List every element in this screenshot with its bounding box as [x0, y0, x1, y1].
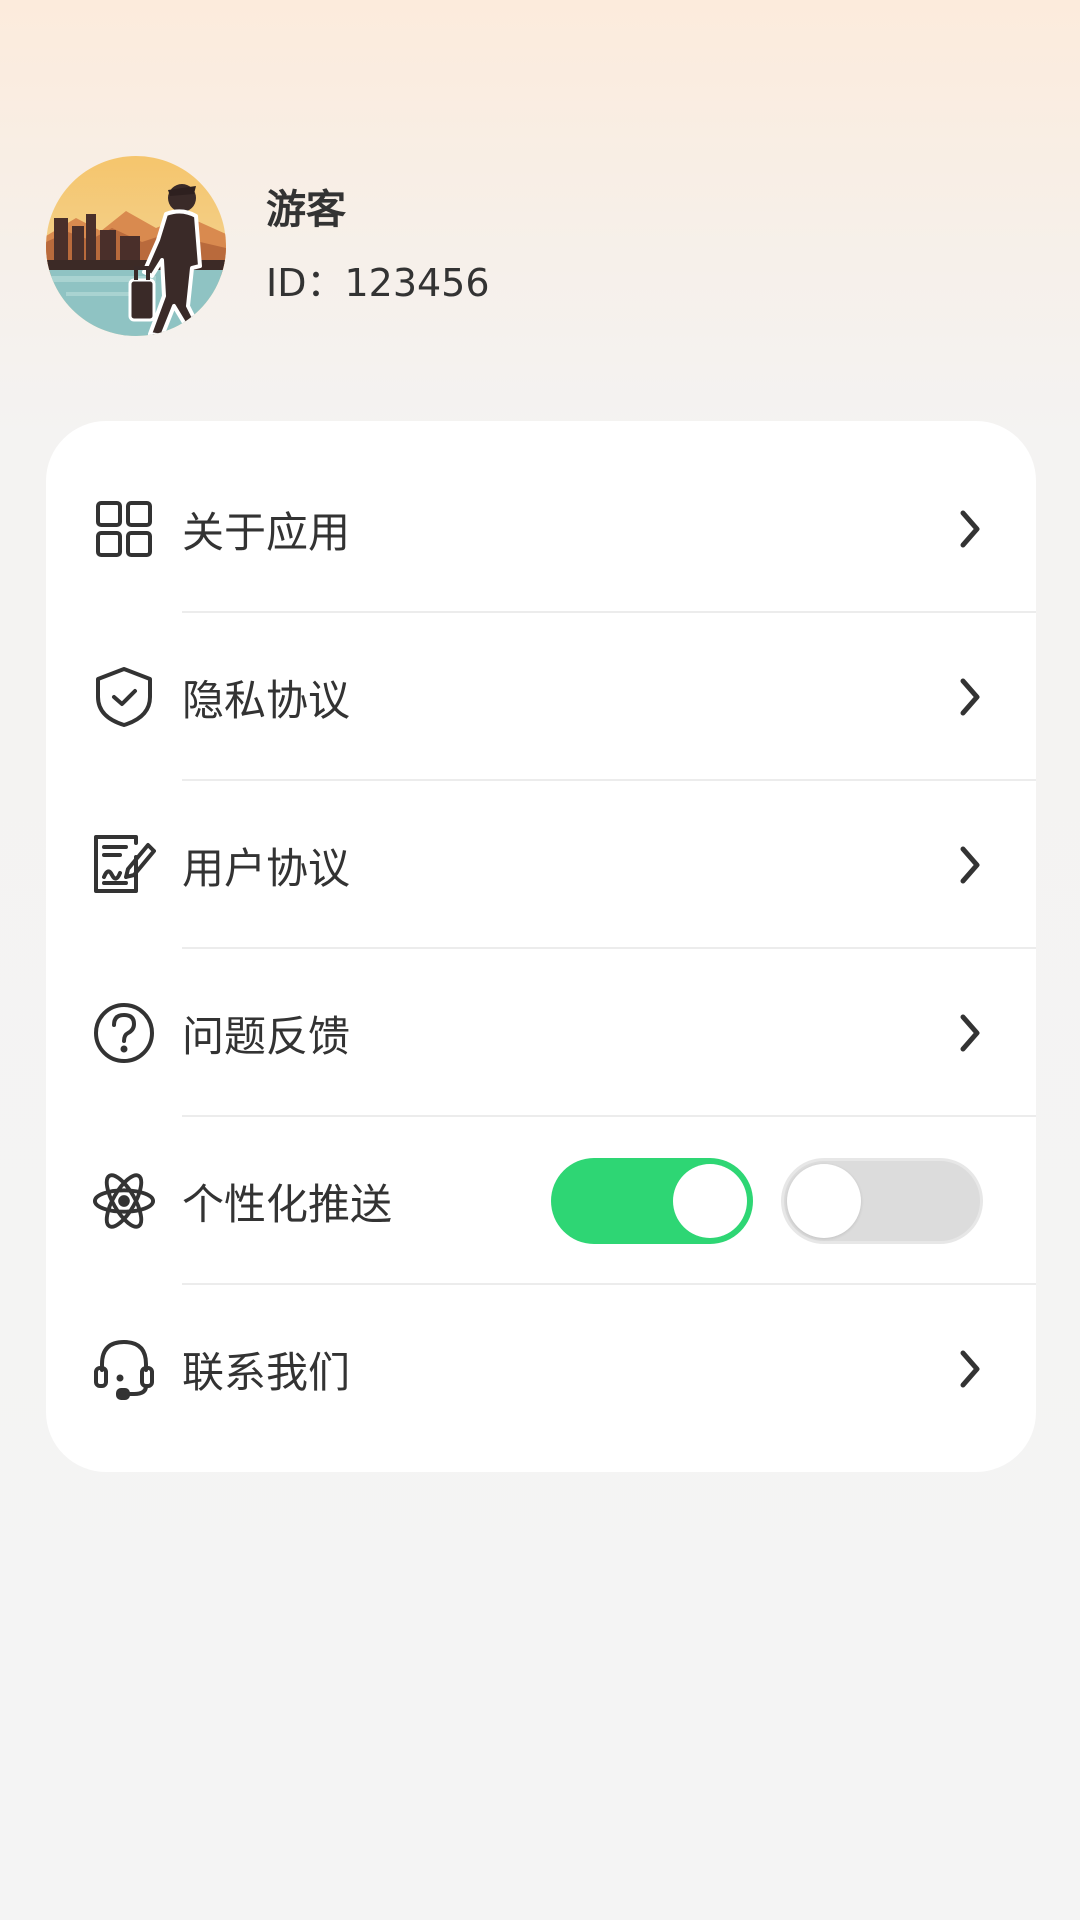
chevron-right-icon [950, 1349, 990, 1389]
settings-menu: 关于应用 隐私协议 用户协议 问题反馈 个性化推送 联系我们 [46, 445, 1036, 1453]
document-edit-icon [92, 833, 156, 897]
profile-header: 游客 ID：123456 [46, 156, 490, 336]
headset-icon [92, 1337, 156, 1401]
push-toggles [551, 1158, 983, 1244]
question-circle-icon [92, 1001, 156, 1065]
chevron-right-icon [950, 1013, 990, 1053]
toggle-knob [673, 1164, 747, 1238]
menu-item-label: 个性化推送 [182, 1179, 393, 1229]
avatar[interactable] [46, 156, 226, 336]
push-toggle-off[interactable] [781, 1158, 983, 1244]
menu-item-label: 问题反馈 [182, 1011, 351, 1061]
user-id: ID：123456 [266, 261, 490, 305]
apps-grid-icon [92, 497, 156, 561]
menu-item-label: 关于应用 [182, 507, 351, 557]
menu-item-personalized-push: 个性化推送 [46, 1117, 1036, 1285]
shield-check-icon [92, 665, 156, 729]
menu-item-about-app[interactable]: 关于应用 [46, 445, 1036, 613]
user-name: 游客 [266, 187, 346, 233]
chevron-right-icon [950, 845, 990, 885]
menu-item-label: 隐私协议 [182, 675, 351, 725]
chevron-right-icon [950, 677, 990, 717]
push-toggle-on[interactable] [551, 1158, 753, 1244]
atom-icon [92, 1169, 156, 1233]
settings-card: 关于应用 隐私协议 用户协议 问题反馈 个性化推送 联系我们 [46, 421, 1036, 1472]
menu-item-label: 用户协议 [182, 843, 351, 893]
menu-item-user-agreement[interactable]: 用户协议 [46, 781, 1036, 949]
menu-item-label: 联系我们 [182, 1347, 351, 1397]
menu-item-feedback[interactable]: 问题反馈 [46, 949, 1036, 1117]
menu-item-privacy-policy[interactable]: 隐私协议 [46, 613, 1036, 781]
user-info: 游客 ID：123456 [266, 186, 490, 306]
menu-item-contact-us[interactable]: 联系我们 [46, 1285, 1036, 1453]
toggle-knob [787, 1164, 861, 1238]
chevron-right-icon [950, 509, 990, 549]
